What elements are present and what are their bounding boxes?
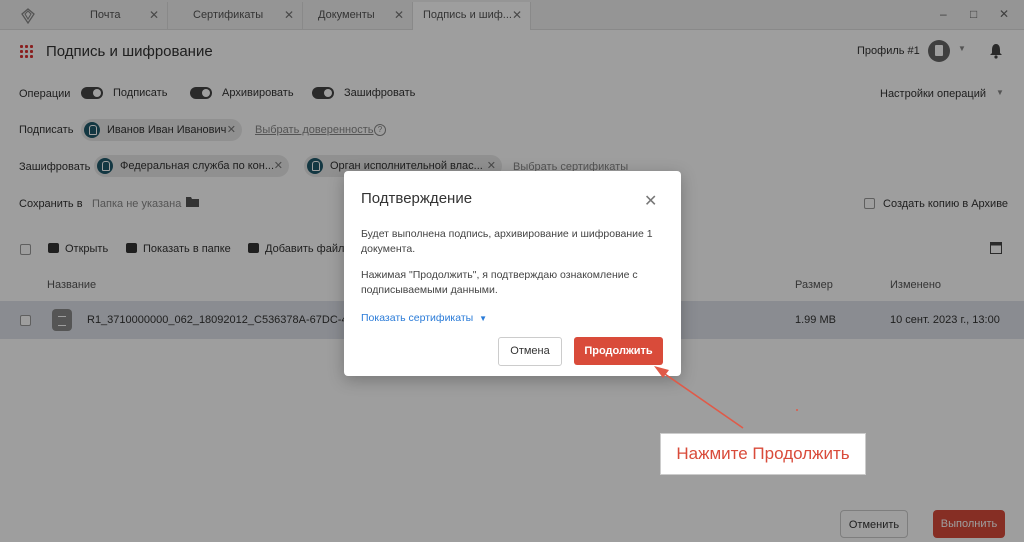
hint-callout: Нажмите Продолжить	[660, 433, 866, 475]
annotation-arrow	[654, 366, 798, 429]
